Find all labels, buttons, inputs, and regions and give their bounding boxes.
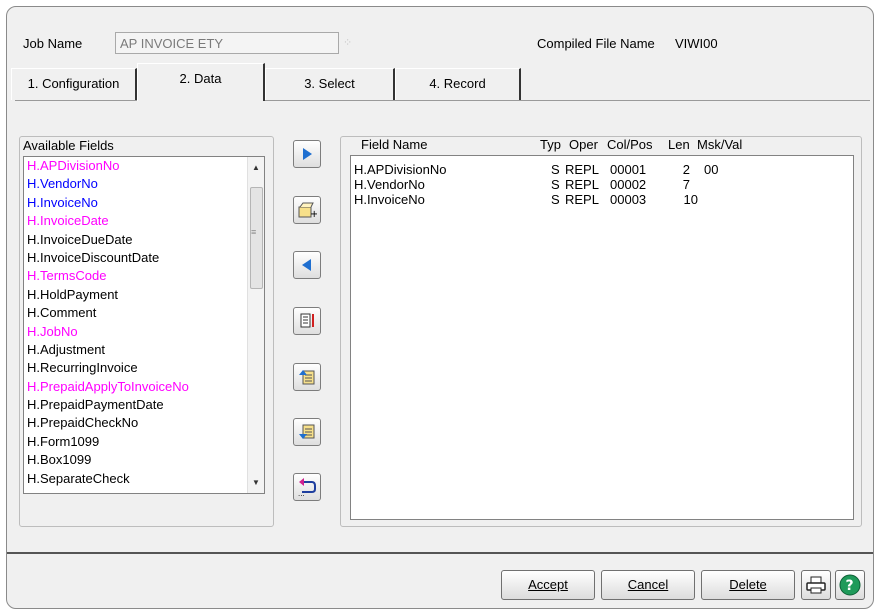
grip-icon: ≡	[251, 227, 257, 237]
list-item[interactable]: H.InvoiceDiscountDate	[24, 249, 264, 267]
job-name-field[interactable]: AP INVOICE ETY	[115, 32, 339, 54]
move-up-button[interactable]	[293, 363, 321, 391]
job-window: Job Name AP INVOICE ETY ⁘ Compiled File …	[6, 6, 874, 609]
cell-field-name: H.VendorNo	[354, 177, 425, 192]
cell-oper: REPL	[565, 177, 599, 192]
cell-typ: S	[551, 162, 560, 177]
scroll-thumb[interactable]	[250, 187, 263, 289]
selected-fields-list[interactable]	[350, 155, 854, 520]
cell-len: 2	[682, 162, 690, 177]
list-item[interactable]: H.InvoiceDate	[24, 212, 264, 230]
print-button[interactable]	[801, 570, 831, 600]
tab-divider	[15, 100, 137, 101]
svg-text:?: ?	[846, 578, 854, 594]
tab-data[interactable]: 2. Data	[137, 63, 265, 101]
cell-oper: REPL	[565, 162, 599, 177]
accept-button[interactable]: Accept	[501, 570, 595, 600]
list-item[interactable]: H.PrepaidPaymentDate	[24, 396, 264, 414]
cell-field-name: H.APDivisionNo	[354, 162, 447, 177]
tab-data-label: 2. Data	[179, 71, 222, 86]
document-icon	[300, 313, 314, 328]
tab-record-label: 4. Record	[429, 76, 486, 91]
move-down-icon	[299, 424, 315, 439]
help-icon: ?	[839, 574, 861, 596]
list-item[interactable]: H.JobNo	[24, 323, 264, 341]
undo-button[interactable]: ...	[293, 473, 321, 501]
insert-field-button[interactable]	[293, 307, 321, 335]
cell-len: 10	[683, 192, 698, 207]
list-item[interactable]: H.SeparateCheck	[24, 470, 264, 488]
cell-typ: S	[551, 177, 560, 192]
tab-select[interactable]: 3. Select	[265, 68, 395, 100]
delete-button[interactable]: Delete	[701, 570, 795, 600]
job-name-label: Job Name	[23, 36, 83, 51]
list-item[interactable]: H.TermsCode	[24, 267, 264, 285]
svg-text:...: ...	[298, 490, 305, 496]
column-header-typ: Typ	[540, 137, 561, 152]
cell-typ: S	[551, 192, 560, 207]
tab-divider	[265, 100, 870, 101]
column-header-col-pos: Col/Pos	[607, 137, 653, 152]
svg-text:+: +	[310, 209, 317, 219]
arrow-right-icon	[303, 148, 312, 160]
add-field-button[interactable]	[293, 140, 321, 168]
cancel-button-label: Cancel	[627, 577, 669, 592]
available-fields-items: H.APDivisionNo H.VendorNo H.InvoiceNo H.Inv…	[24, 157, 264, 488]
compiled-file-label: Compiled File Name	[537, 36, 655, 51]
list-item[interactable]: H.Comment	[24, 304, 264, 322]
tab-configuration-label: 1. Configuration	[27, 76, 120, 91]
move-up-icon	[299, 370, 315, 385]
add-calculated-field-button[interactable]: +	[293, 196, 321, 224]
list-item[interactable]: H.InvoiceDueDate	[24, 231, 264, 249]
cell-col-pos: 00002	[610, 177, 647, 192]
move-down-button[interactable]	[293, 418, 321, 446]
return-arrow-icon: ...	[298, 478, 316, 496]
available-fields-list[interactable]: H.APDivisionNo H.VendorNo H.InvoiceNo H.Inv…	[23, 156, 265, 494]
list-item[interactable]: H.PrepaidCheckNo	[24, 414, 264, 432]
cell-oper: REPL	[565, 192, 599, 207]
add-folder-icon: +	[298, 202, 317, 219]
column-header-oper: Oper	[569, 137, 598, 152]
list-item[interactable]: H.VendorNo	[24, 175, 264, 193]
available-fields-title: Available Fields	[23, 138, 114, 153]
remove-field-button[interactable]	[293, 251, 321, 279]
delete-button-label: Delete	[729, 577, 767, 592]
cell-col-pos: 00001	[610, 162, 647, 177]
list-item[interactable]: H.PrepaidApplyToInvoiceNo	[24, 378, 264, 396]
available-fields-scrollbar[interactable]: ▲ ≡ ▼	[247, 157, 264, 493]
cell-len: 7	[682, 177, 690, 192]
footer-divider	[7, 552, 873, 554]
tab-select-label: 3. Select	[304, 76, 355, 91]
list-item[interactable]: H.APDivisionNo	[24, 157, 264, 175]
tab-configuration[interactable]: 1. Configuration	[11, 68, 137, 100]
column-header-field-name: Field Name	[361, 137, 428, 152]
tab-record[interactable]: 4. Record	[395, 68, 521, 100]
printer-icon	[806, 576, 826, 594]
lookup-icon[interactable]: ⁘	[343, 36, 357, 50]
scroll-up-icon[interactable]: ▲	[252, 163, 260, 172]
list-item[interactable]: H.Box1099	[24, 451, 264, 469]
cell-field-name: H.InvoiceNo	[354, 192, 425, 207]
list-item[interactable]: H.RecurringInvoice	[24, 359, 264, 377]
accept-button-label: Accept	[528, 577, 568, 592]
cell-msk-val: 00	[704, 162, 719, 177]
list-item[interactable]: H.Adjustment	[24, 341, 264, 359]
cancel-button[interactable]: Cancel	[601, 570, 695, 600]
list-item[interactable]: H.Form1099	[24, 433, 264, 451]
list-item[interactable]: H.HoldPayment	[24, 286, 264, 304]
compiled-file-value: VIWI00	[675, 36, 718, 51]
arrow-left-icon	[302, 259, 311, 271]
help-button[interactable]: ?	[835, 570, 865, 600]
cell-col-pos: 00003	[610, 192, 647, 207]
column-header-msk-val: Msk/Val	[697, 137, 743, 152]
list-item[interactable]: H.InvoiceNo	[24, 194, 264, 212]
column-header-len: Len	[668, 137, 690, 152]
scroll-down-icon[interactable]: ▼	[252, 478, 260, 487]
